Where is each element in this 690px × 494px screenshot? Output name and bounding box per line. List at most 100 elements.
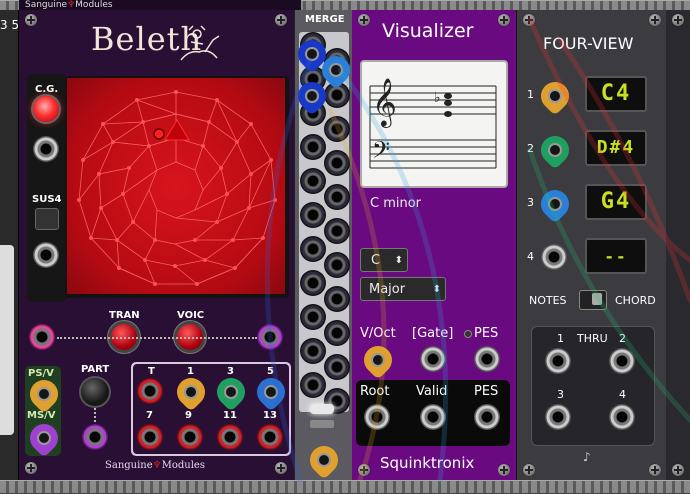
merge-input-jack[interactable] <box>324 116 350 142</box>
voct-label: V/Oct <box>360 326 396 341</box>
right-cv-input-jack[interactable] <box>257 324 283 350</box>
out-jack-7[interactable] <box>137 424 163 450</box>
screw <box>523 14 535 26</box>
screw <box>275 14 287 26</box>
merge-input-jack[interactable] <box>300 270 326 296</box>
squinktronix-brand: Squinktronix <box>380 454 475 472</box>
merge-input-jack[interactable] <box>324 252 350 278</box>
out-jack-9[interactable] <box>177 424 203 450</box>
footer-brand-text: Sanguine <box>105 460 153 471</box>
screw <box>649 464 661 476</box>
row-4-display: -- <box>585 238 647 274</box>
chord-name: C minor <box>370 196 422 211</box>
screw <box>523 464 535 476</box>
row-4-display-text: -- <box>604 247 628 266</box>
left-cv-input-jack[interactable] <box>29 324 55 350</box>
left-edge-number: 3 5 <box>0 18 20 32</box>
row-1-input-plug[interactable] <box>535 76 575 116</box>
left-partial-module: 3 5 <box>0 10 20 480</box>
row-2-display: D#4 <box>585 130 647 166</box>
right-partial-module <box>666 10 690 480</box>
merge-input-jack[interactable] <box>300 338 326 364</box>
part-label: PART <box>81 364 110 375</box>
merge-input-jack[interactable] <box>324 354 350 380</box>
visualizer-title: Visualizer <box>382 20 474 42</box>
beleth-footer-brand: Sanguine♆Modules <box>105 460 205 471</box>
merge-input-jack[interactable] <box>300 236 326 262</box>
row-1-display: C4 <box>585 76 647 112</box>
merge-input-jack[interactable] <box>300 304 326 330</box>
sus4-input-jack[interactable] <box>33 242 59 268</box>
msv-label: MS/V <box>27 410 56 421</box>
merge-input-jack[interactable] <box>300 202 326 228</box>
root-output-jack[interactable] <box>364 404 390 430</box>
top-brand-text: Sanguine <box>25 0 68 10</box>
sus4-button[interactable] <box>35 208 59 230</box>
part-knob[interactable] <box>81 378 109 406</box>
cg-button[interactable] <box>33 96 59 122</box>
row-3-input-plug[interactable] <box>535 184 575 224</box>
merge-input-jack[interactable] <box>300 372 326 398</box>
pes-in-label: PES <box>474 326 499 341</box>
tonnetz-graph <box>77 90 277 286</box>
merge-input-jack[interactable] <box>324 320 350 346</box>
screw <box>275 462 287 474</box>
thru-num-4: 4 <box>619 388 626 401</box>
row-2-number: 2 <box>527 142 534 155</box>
merge-input-jack[interactable] <box>300 168 326 194</box>
notes-chord-switch[interactable] <box>579 290 607 310</box>
row-2-input-plug[interactable] <box>535 130 575 170</box>
part-input-jack[interactable] <box>82 424 108 450</box>
thru-num-2: 2 <box>619 332 626 345</box>
flat-accidental: ♭ <box>434 90 441 106</box>
thru-jack-3[interactable] <box>545 404 571 430</box>
out-jack-t[interactable] <box>137 378 163 404</box>
screw <box>649 14 661 26</box>
left-edge-panel <box>0 245 14 435</box>
staff-display: 𝄞 𝄢 ♭ <box>360 60 508 188</box>
merge-input-jack[interactable] <box>324 286 350 312</box>
merge-input-jack[interactable] <box>300 134 326 160</box>
mode-select[interactable]: Major ⬍ <box>360 277 446 301</box>
dotted-connector <box>57 337 257 339</box>
merge-input-jack[interactable] <box>324 218 350 244</box>
thru-num-1: 1 <box>557 332 564 345</box>
merge-input-jack[interactable] <box>324 184 350 210</box>
out-jack-11[interactable] <box>217 424 243 450</box>
key-select[interactable]: C ⬍ <box>360 248 408 272</box>
visualizer-module: Visualizer 𝄞 𝄢 ♭ C minor C ⬍ Major ⬍ V/O… <box>352 10 516 480</box>
row-3-display: G4 <box>585 184 647 220</box>
gate-input-jack[interactable] <box>420 346 446 372</box>
screw <box>498 464 510 476</box>
gate-label: [Gate] <box>412 326 454 341</box>
screw <box>358 14 370 26</box>
out-label-1: 1 <box>187 366 194 377</box>
merge-input-jack[interactable] <box>324 150 350 176</box>
mode-select-value: Major <box>369 282 406 297</box>
cg-input-jack[interactable] <box>33 136 59 162</box>
tonnetz-display[interactable] <box>65 76 289 298</box>
sus4-label: SUS4 <box>32 194 62 205</box>
music-staff: 𝄞 𝄢 <box>369 77 497 169</box>
thru-jack-2[interactable] <box>609 348 635 374</box>
demon-logo-icon <box>175 22 223 66</box>
row-4-input-jack[interactable] <box>541 244 567 270</box>
control-strip <box>25 308 291 364</box>
four-view-module: FOUR-VIEW 1 C4 2 D#4 3 G4 4 -- NOTES CHO… <box>516 10 668 480</box>
screw <box>672 464 684 476</box>
pes-output-jack[interactable] <box>474 404 500 430</box>
svg-text:𝄞: 𝄞 <box>372 77 397 128</box>
thru-jack-4[interactable] <box>609 404 635 430</box>
screw <box>358 464 370 476</box>
out-jack-13[interactable] <box>257 424 283 450</box>
screw <box>672 14 684 26</box>
pes-input-jack[interactable] <box>474 346 500 372</box>
out-label-3: 3 <box>227 366 234 377</box>
chord-label: CHORD <box>615 294 656 307</box>
valid-output-jack[interactable] <box>420 404 446 430</box>
cg-label: C.G. <box>35 84 59 95</box>
thru-jack-1[interactable] <box>545 348 571 374</box>
screw <box>498 14 510 26</box>
voct-input-plug[interactable] <box>358 340 398 380</box>
beleth-module: Sanguine♆Modules Beleth C.G. SUS4 TRAN V… <box>18 0 301 480</box>
